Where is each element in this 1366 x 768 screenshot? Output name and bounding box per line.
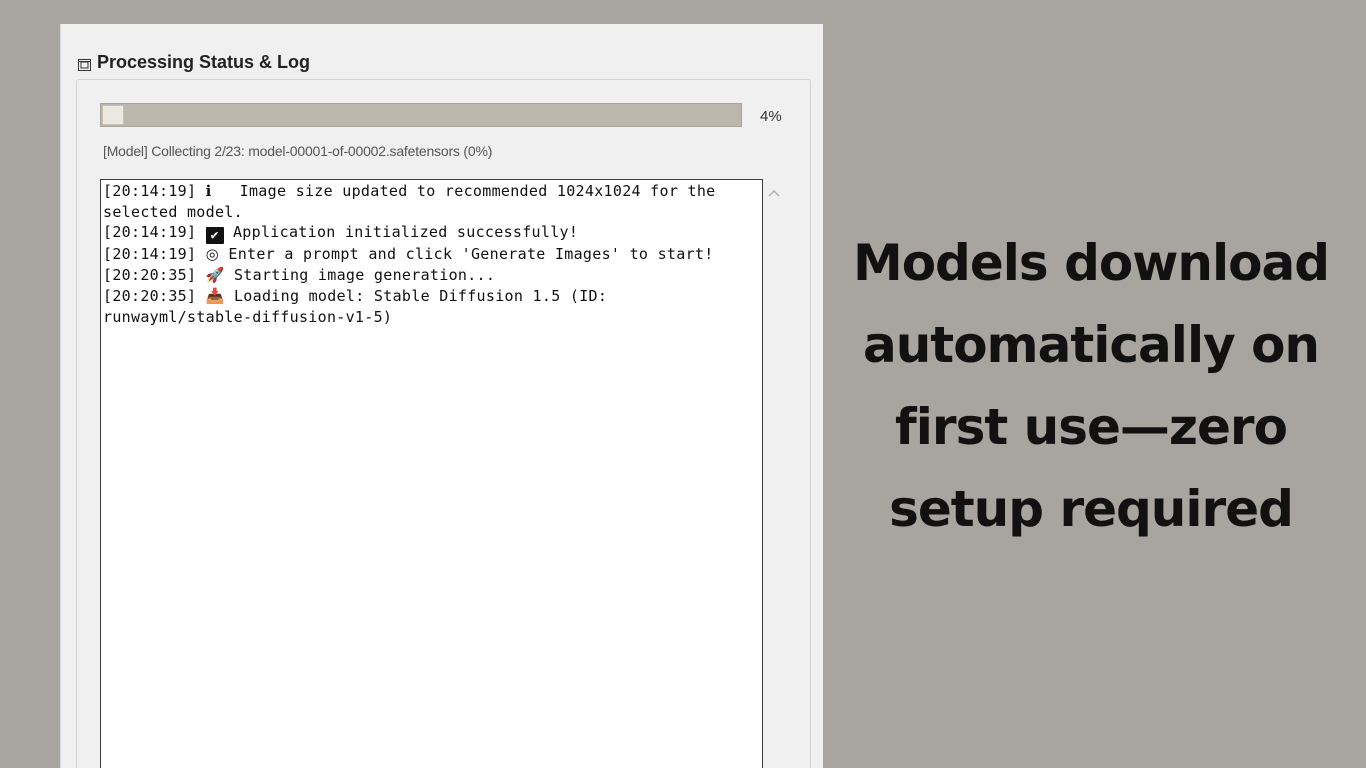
log-line: [20:14:19] ◎ Enter a prompt and click 'G…	[103, 244, 760, 265]
caption-text: Models download automatically on first u…	[852, 234, 1330, 538]
rocket-icon: 🚀	[205, 266, 225, 285]
check-icon: ✔	[205, 227, 224, 245]
log-output[interactable]: [20:14:19] ℹ Image size updated to recom…	[100, 179, 763, 768]
log-line: [20:14:19] ✔ Application initialized suc…	[103, 222, 760, 245]
target-icon: ◎	[205, 245, 220, 264]
log-timestamp: [20:14:19]	[103, 223, 206, 242]
collapse-toggle-icon[interactable]	[77, 56, 93, 72]
log-line: [20:14:19] ℹ Image size updated to recom…	[103, 181, 760, 222]
progress-bar	[100, 103, 742, 127]
panel-header: Processing Status & Log	[77, 50, 310, 74]
log-timestamp: [20:20:35]	[103, 286, 206, 305]
download-icon: 📥	[205, 286, 225, 305]
log-timestamp: [20:14:19]	[103, 245, 206, 264]
status-text: [Model] Collecting 2/23: model-00001-of-…	[103, 143, 493, 159]
panel-title: Processing Status & Log	[97, 51, 311, 72]
progress-percent: 4%	[760, 108, 782, 125]
status-panel: Processing Status & Log 4% [Model] Colle…	[60, 24, 823, 768]
log-line: [20:20:35] 📥 Loading model: Stable Diffu…	[103, 286, 760, 327]
slide: Processing Status & Log 4% [Model] Colle…	[0, 0, 1366, 768]
log-timestamp: [20:20:35]	[103, 266, 206, 285]
log-message: Starting image generation...	[224, 266, 496, 285]
log-message: Enter a prompt and click 'Generate Image…	[219, 245, 714, 264]
log-line: [20:20:35] 🚀 Starting image generation..…	[103, 265, 760, 286]
progress-bar-fill	[102, 105, 124, 125]
scroll-up-icon[interactable]	[766, 186, 782, 200]
log-timestamp: [20:14:19]	[103, 182, 206, 200]
log-message: Application initialized successfully!	[223, 223, 579, 242]
